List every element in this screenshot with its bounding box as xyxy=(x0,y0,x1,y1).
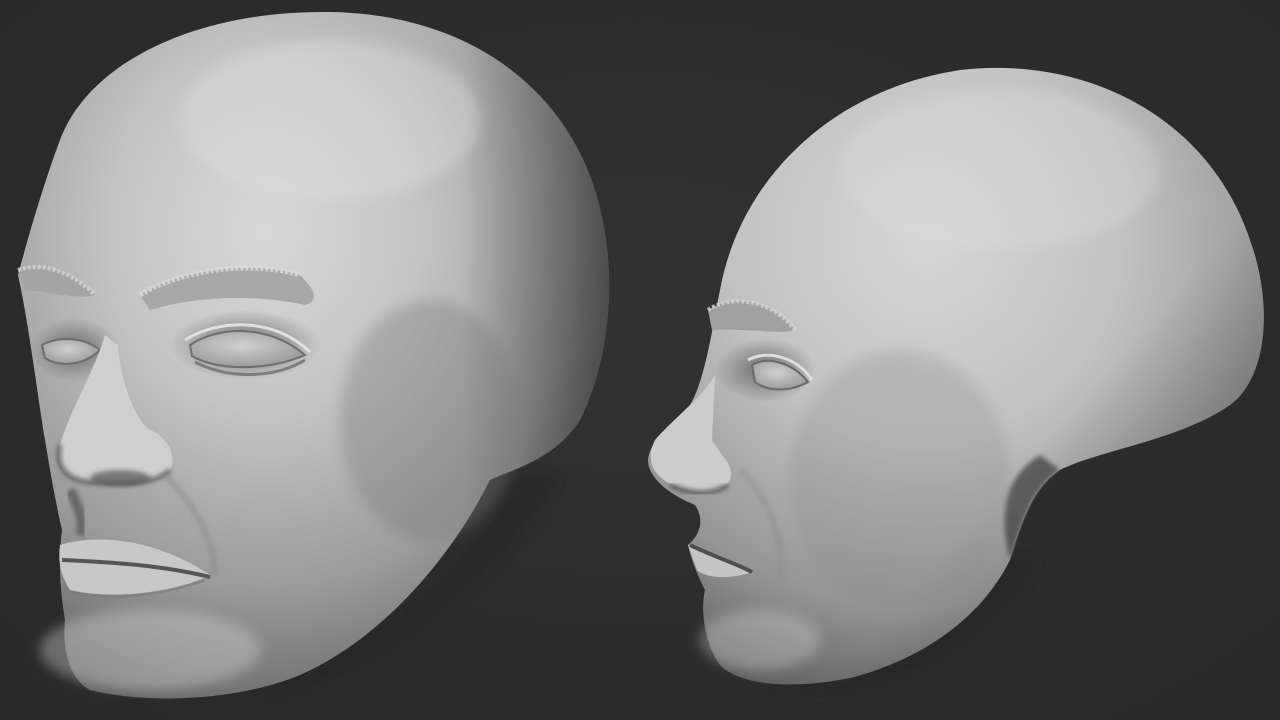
head-three-quarter xyxy=(17,11,610,699)
head-side-profile xyxy=(648,67,1264,697)
render-canvas xyxy=(17,11,1264,699)
viewport xyxy=(0,0,1280,720)
